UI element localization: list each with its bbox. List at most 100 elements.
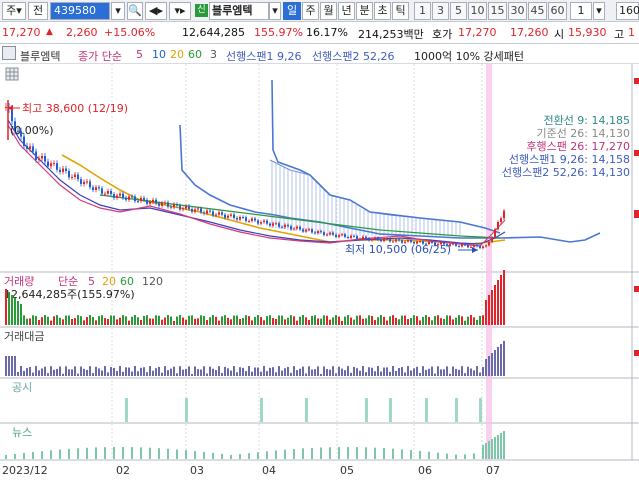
candle-body: [383, 238, 385, 242]
amount-bar: [92, 373, 94, 376]
amount-bar: [20, 366, 22, 376]
interval-30[interactable]: 30: [508, 2, 527, 20]
candle-body: [332, 232, 334, 235]
candle-body: [251, 218, 253, 221]
amount-bar: [383, 367, 385, 376]
candle-body: [314, 232, 316, 234]
volume-bar: [137, 317, 139, 325]
disclosure-bar: [479, 398, 482, 422]
candle-body: [239, 216, 241, 220]
candle-body: [494, 229, 496, 238]
amount-bar: [476, 366, 478, 376]
news-bar: [122, 447, 124, 459]
stock-code-input[interactable]: 439580: [50, 2, 110, 20]
volume-bar: [14, 298, 16, 325]
amount-bar: [104, 366, 106, 376]
news-bar: [311, 447, 313, 459]
volume-bar: [341, 320, 343, 325]
volume-bar: [224, 315, 226, 325]
interval-3[interactable]: 3: [432, 2, 449, 20]
nav-arrow-icon[interactable]: ▾▸: [169, 2, 191, 20]
legend-collapse-icon[interactable]: [2, 46, 16, 60]
news-bar: [428, 451, 430, 459]
interval-60[interactable]: 60: [548, 2, 567, 20]
volume-bar: [230, 319, 232, 325]
market-label: 주: [6, 4, 17, 17]
amount-bar: [98, 368, 100, 376]
period-second[interactable]: 초: [374, 2, 391, 20]
volume-bar: [95, 320, 97, 325]
candle-body: [380, 239, 382, 242]
high-price: 1: [628, 26, 635, 39]
candle-body: [104, 193, 106, 195]
interval-custom[interactable]: 1: [570, 2, 592, 20]
period-minute[interactable]: 분: [356, 2, 373, 20]
amount-bar: [452, 366, 454, 376]
market-select[interactable]: 주▾: [2, 2, 26, 20]
amount-bar: [77, 373, 79, 376]
up-arrow-icon: ▲: [46, 27, 53, 37]
volume-bar: [377, 317, 379, 325]
candle-body: [227, 215, 229, 218]
volume-bar: [464, 320, 466, 325]
interval-15[interactable]: 15: [488, 2, 507, 20]
volume-bar: [260, 317, 262, 325]
volume-bar: [239, 319, 241, 325]
candle-body: [311, 229, 313, 233]
candle-body: [155, 199, 157, 204]
candle-body: [470, 246, 472, 248]
interval-1[interactable]: 1: [414, 2, 431, 20]
news-bar: [374, 447, 376, 459]
amount-bar: [71, 369, 73, 376]
grid-icon[interactable]: [5, 67, 19, 81]
volume-bar: [416, 316, 418, 325]
interval-dropdown-icon[interactable]: ▾: [593, 2, 605, 20]
volume-bar: [110, 315, 112, 325]
candle-body: [320, 231, 322, 233]
candle-body: [398, 239, 400, 241]
amount-bar: [44, 366, 46, 376]
count-input[interactable]: 160: [616, 2, 639, 20]
type-button[interactable]: 전: [28, 2, 48, 20]
period-day[interactable]: 일: [283, 2, 301, 20]
period-week[interactable]: 주: [302, 2, 319, 20]
amount-bar: [311, 369, 313, 376]
candle-body: [191, 209, 193, 212]
candle-body: [269, 223, 271, 226]
volume-bar: [218, 320, 220, 325]
news-bar: [203, 451, 205, 459]
volume-bar: [116, 319, 118, 325]
period-month[interactable]: 월: [320, 2, 337, 20]
volume-bar: [77, 315, 79, 325]
new-badge: 신: [195, 4, 208, 17]
period-year[interactable]: 년: [338, 2, 355, 20]
interval-5[interactable]: 5: [450, 2, 467, 20]
amount-bar: [455, 368, 457, 376]
amount-bar: [149, 366, 151, 376]
sound-icon[interactable]: ◀▸: [145, 2, 167, 20]
amount-bar: [488, 356, 490, 376]
period-tick[interactable]: 틱: [392, 2, 409, 20]
volume-bar: [185, 319, 187, 325]
candle-body: [122, 193, 124, 198]
interval-45[interactable]: 45: [528, 2, 547, 20]
volume-bar: [35, 315, 37, 325]
code-dropdown-icon[interactable]: ▾: [111, 2, 125, 20]
news-bar: [239, 454, 241, 459]
candle-body: [92, 187, 94, 190]
interval-10[interactable]: 10: [468, 2, 487, 20]
volume-bar: [374, 320, 376, 325]
search-icon[interactable]: 🔍: [127, 2, 143, 20]
volume-bar: [317, 318, 319, 325]
candle-body: [224, 214, 226, 218]
volume-bar: [80, 316, 82, 325]
volume-bar: [398, 319, 400, 325]
candle-body: [173, 204, 175, 208]
volume-ma-label: 단순: [58, 275, 78, 288]
amount-bar: [200, 369, 202, 376]
amount-bar: [404, 372, 406, 376]
amount-bar: [113, 367, 115, 376]
amount-bar: [347, 366, 349, 376]
candle-body: [47, 161, 49, 167]
name-dropdown-icon[interactable]: ▾: [269, 2, 281, 20]
